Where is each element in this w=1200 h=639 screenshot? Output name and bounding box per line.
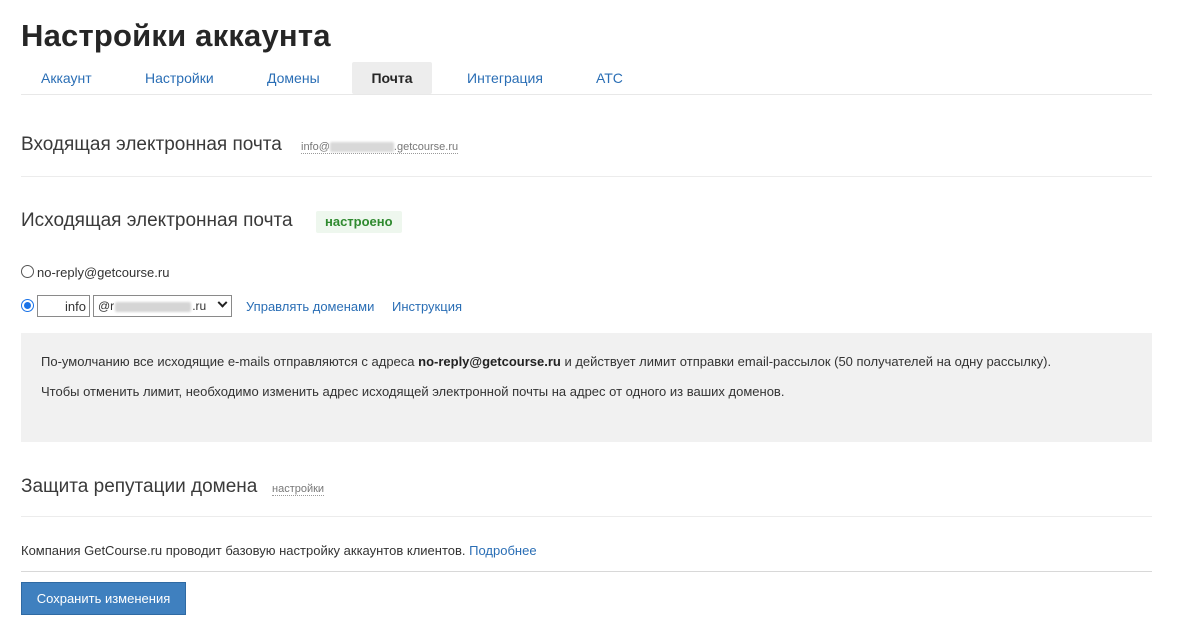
tab-ats[interactable]: АТС <box>584 62 635 94</box>
incoming-mail-heading: Входящая электронная почта <box>21 134 282 155</box>
tab-account[interactable]: Аккаунт <box>29 62 104 94</box>
chevron-down-icon <box>217 297 228 308</box>
save-button[interactable]: Сохранить изменения <box>21 582 186 615</box>
radio-custom-sender[interactable] <box>21 299 34 312</box>
tab-bar: Аккаунт Настройки Домены Почта Интеграци… <box>21 62 1152 95</box>
tab-settings[interactable]: Настройки <box>133 62 226 94</box>
manage-domains-link[interactable]: Управлять доменами <box>246 299 374 314</box>
divider <box>21 571 1152 572</box>
divider <box>21 176 1152 177</box>
info-line-limit: Чтобы отменить лимит, необходимо изменит… <box>41 384 785 399</box>
tab-mail[interactable]: Почта <box>352 62 432 94</box>
reputation-settings-link[interactable]: настройки <box>272 483 325 496</box>
info-line-default: По-умолчанию все исходящие e-mails отпра… <box>41 354 1052 369</box>
divider <box>21 516 1152 517</box>
mailbox-input[interactable] <box>37 295 90 317</box>
incoming-mail-address[interactable]: info@ .getcourse.ru <box>301 141 459 154</box>
tab-integration[interactable]: Интеграция <box>455 62 555 94</box>
page-title: Настройки аккаунта <box>21 18 331 53</box>
redacted-block <box>115 301 192 312</box>
footer-note: Компания GetCourse.ru проводит базовую н… <box>21 543 537 558</box>
reputation-heading: Защита репутации домена <box>21 476 258 497</box>
domain-select[interactable]: @r .ru <box>93 295 232 317</box>
radio-default-sender[interactable] <box>21 265 34 278</box>
status-badge: настроено <box>316 211 402 233</box>
default-sender-label: no-reply@getcourse.ru <box>37 265 170 280</box>
more-link[interactable]: Подробнее <box>469 543 536 558</box>
redacted-block <box>329 142 394 153</box>
instruction-link[interactable]: Инструкция <box>392 299 462 314</box>
info-box: По-умолчанию все исходящие e-mails отпра… <box>21 333 1152 442</box>
tab-domains[interactable]: Домены <box>255 62 332 94</box>
outgoing-mail-heading: Исходящая электронная почта <box>21 210 293 231</box>
